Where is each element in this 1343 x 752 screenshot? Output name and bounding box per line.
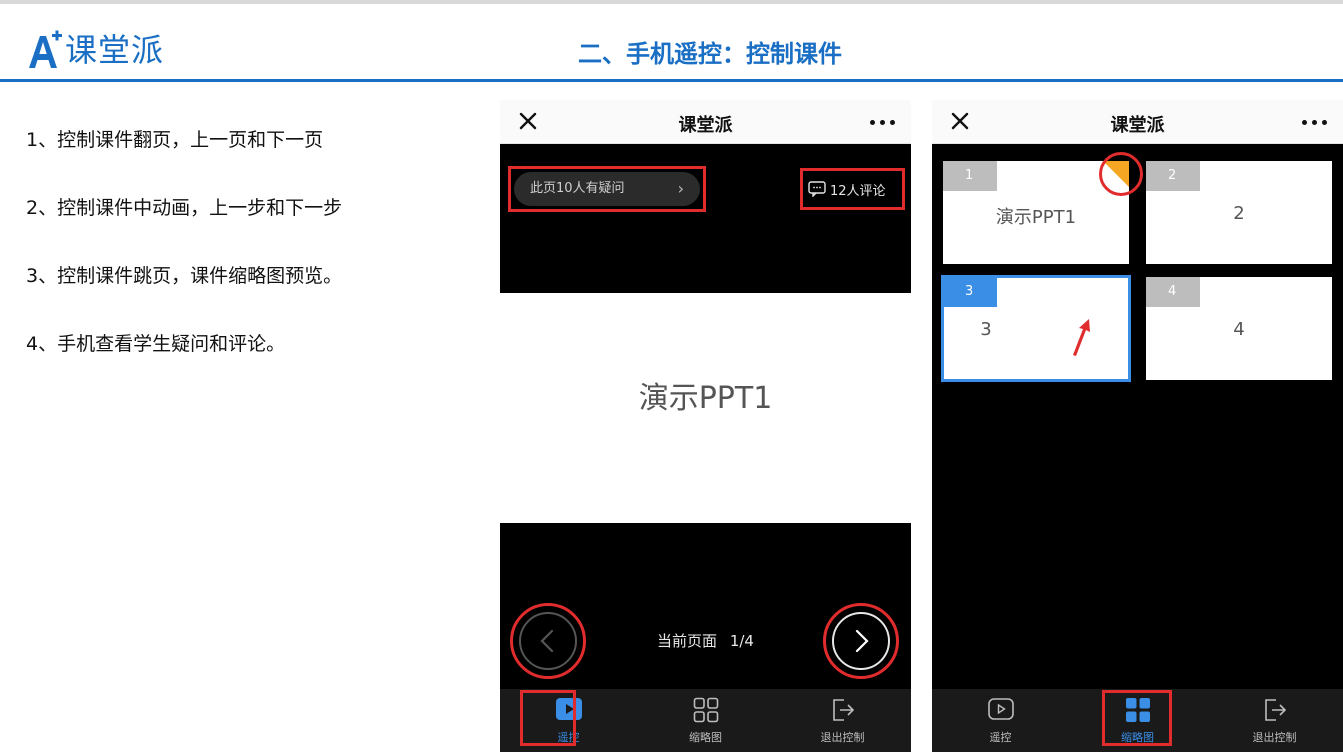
thumbnail-title: 4 <box>1233 319 1245 340</box>
exit-icon <box>1264 699 1286 721</box>
phone-thumbnail-screen: 课堂派 1 演示PPT1 2 2 3 3 4 4 遥控 缩略图 退出控制 <box>932 100 1343 752</box>
header-divider <box>0 79 1343 82</box>
thumbnail-title: 2 <box>1233 203 1245 224</box>
brand-logo: 课堂派 <box>27 28 164 72</box>
app-titlebar: 课堂派 <box>500 100 911 144</box>
tab-label: 缩略图 <box>689 731 722 744</box>
tab-thumbnails[interactable]: 缩略图 <box>637 689 774 752</box>
app-title: 课堂派 <box>1110 115 1165 136</box>
phone-remote-screen: 课堂派 此页10人有疑问 › 12人评论 演示PPT1 当前页面 1/4 遥控 … <box>500 100 911 752</box>
logo-a-plus-icon <box>29 30 62 68</box>
current-slide-preview: 演示PPT1 <box>500 293 911 523</box>
more-icon[interactable] <box>867 109 899 133</box>
red-arrow-icon <box>1073 319 1090 356</box>
page-indicator-value: 1/4 <box>729 632 754 650</box>
bullet-item: 2、控制课件中动画，上一步和下一步 <box>26 197 343 219</box>
slide-preview-text: 演示PPT1 <box>638 381 773 416</box>
thumbnail-number: 1 <box>943 161 997 191</box>
logo-text: 课堂派 <box>65 31 165 69</box>
tab-exit-control[interactable]: 退出控制 <box>1206 689 1343 752</box>
bullet-item: 3、控制课件跳页，课件缩略图预览。 <box>26 265 343 287</box>
bullet-item: 1、控制课件翻页，上一页和下一页 <box>26 129 324 151</box>
highlight-circle <box>823 603 899 679</box>
app-title: 课堂派 <box>678 115 733 136</box>
highlight-box <box>520 690 576 746</box>
close-icon[interactable] <box>946 107 974 135</box>
play-icon <box>987 698 1014 720</box>
slide-title: 二、手机遥控：控制课件 <box>578 40 842 68</box>
thumbnail-title: 演示PPT1 <box>995 207 1077 228</box>
app-titlebar: 课堂派 <box>932 100 1343 144</box>
slide-thumbnail-selected[interactable]: 3 3 <box>941 275 1131 382</box>
slide-header: 课堂派 二、手机遥控：控制课件 <box>0 4 1343 80</box>
highlight-box <box>508 166 706 212</box>
thumbnail-number: 4 <box>1146 277 1200 307</box>
bullet-list: 1、控制课件翻页，上一页和下一页 2、控制课件中动画，上一步和下一步 3、控制课… <box>26 128 342 400</box>
thumbnail-number: 2 <box>1146 161 1200 191</box>
page-indicator-label: 当前页面 <box>657 632 718 650</box>
tab-exit-control[interactable]: 退出控制 <box>774 689 911 752</box>
more-icon[interactable] <box>1299 109 1331 133</box>
tab-label: 退出控制 <box>820 731 865 744</box>
close-icon[interactable] <box>514 107 542 135</box>
highlight-box <box>1102 690 1172 746</box>
thumbnail-title: 3 <box>980 319 992 340</box>
grid-icon <box>693 697 718 723</box>
thumbnail-number: 3 <box>943 277 997 307</box>
tab-label: 遥控 <box>989 731 1012 744</box>
tab-label: 退出控制 <box>1252 731 1297 744</box>
exit-icon <box>832 699 854 721</box>
highlight-box <box>800 168 905 210</box>
highlight-circle <box>1099 152 1143 196</box>
slide-thumbnail[interactable]: 4 4 <box>1146 277 1332 380</box>
tab-remote[interactable]: 遥控 <box>932 689 1069 752</box>
bullet-item: 4、手机查看学生疑问和评论。 <box>26 333 286 355</box>
slide-thumbnail[interactable]: 2 2 <box>1146 161 1332 264</box>
